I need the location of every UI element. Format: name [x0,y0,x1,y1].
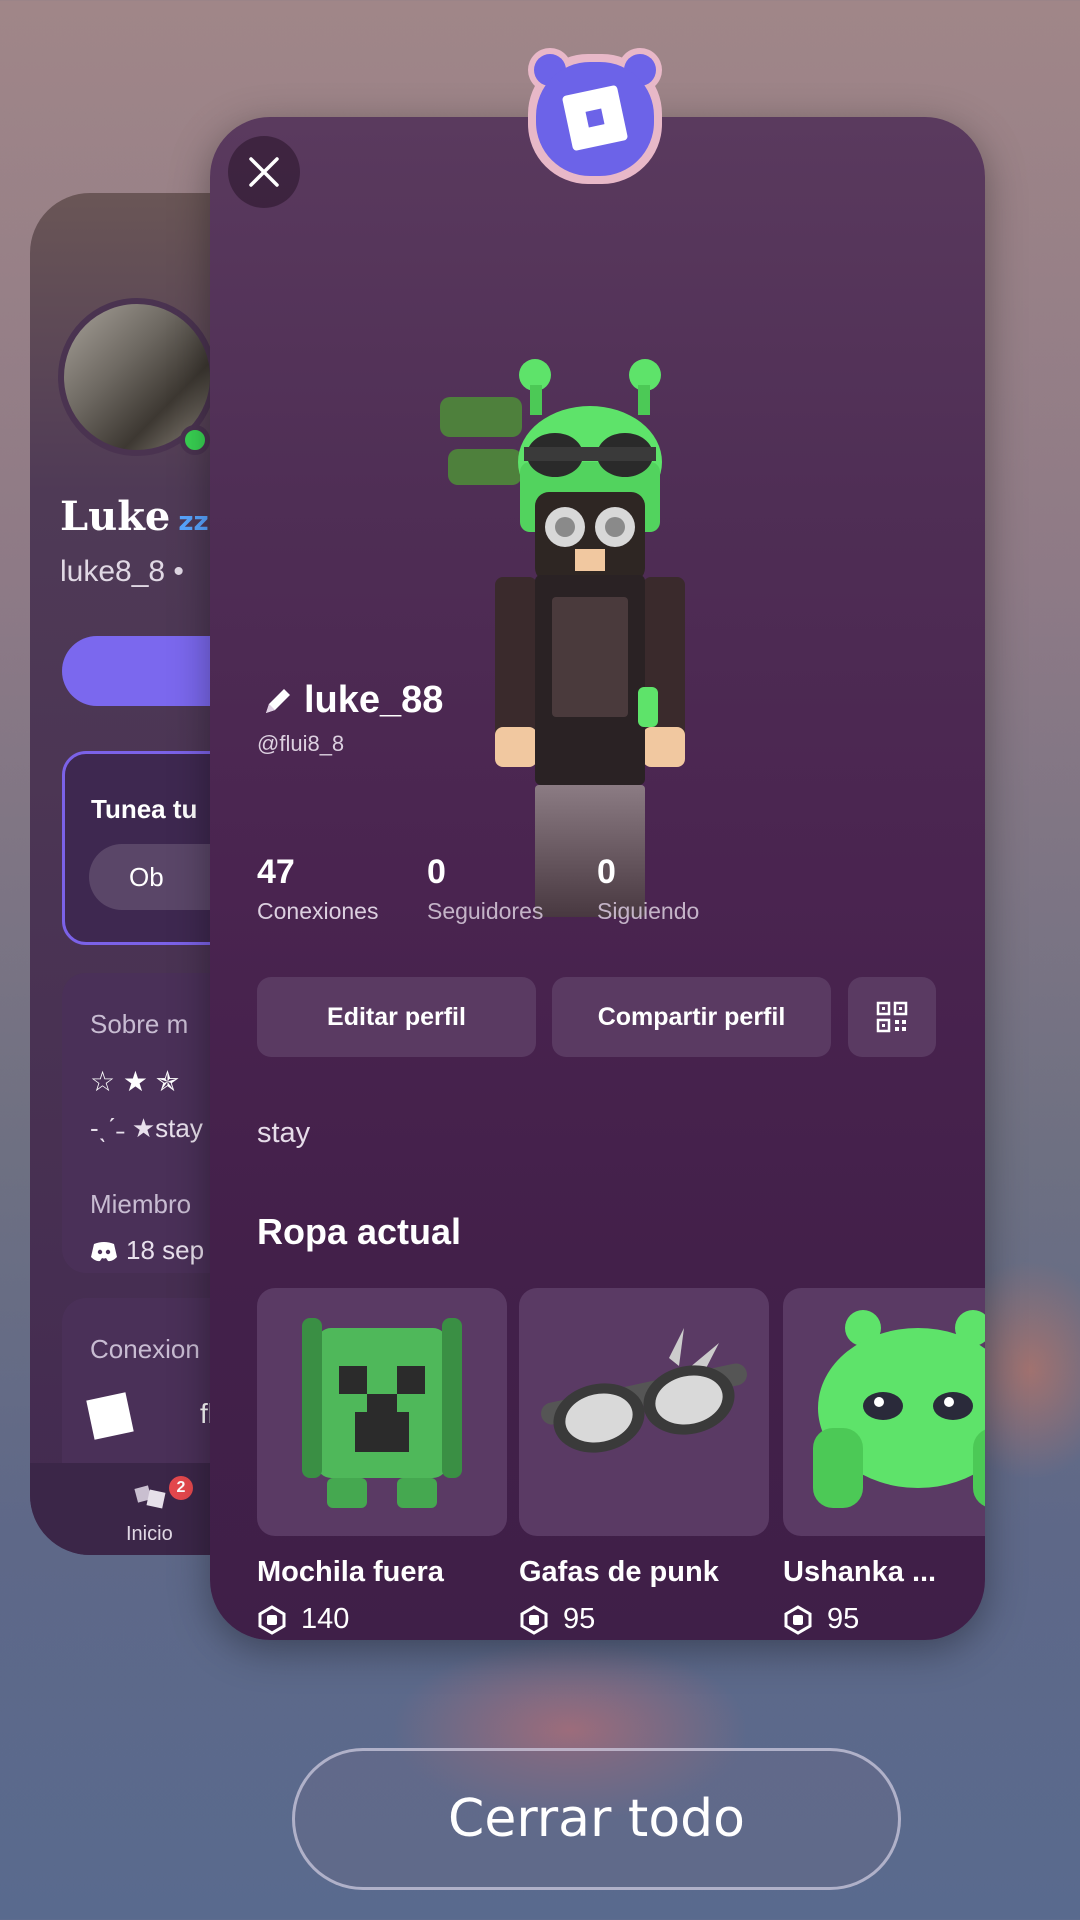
item-price: 95 [827,1603,860,1635]
customize-title: Tunea tu [91,794,198,824]
close-icon [249,157,279,187]
profile-app-card[interactable]: luke_88 @flui8_8 47 Conexiones 0 Seguido… [210,117,985,1640]
outfit-item[interactable]: Ushanka ... 95 [783,1288,985,1636]
share-profile-button[interactable]: Compartir perfil [552,977,831,1057]
home-icon[interactable] [130,1477,170,1513]
profile-display-name: luke_88 [304,679,444,721]
alien-ushanka-icon [813,1310,985,1508]
roblox-app-icon[interactable] [520,40,670,190]
profile-handle: @flui8_8 [257,731,345,756]
qr-code-icon [876,1001,908,1033]
nav-home-label[interactable]: Inicio [126,1523,173,1546]
about-title: Sobre m [90,1009,189,1039]
avatar-3d [440,359,685,917]
discord-icon [91,1242,117,1262]
back-display-name-text: Luke [60,493,171,540]
stat-value: 47 [257,853,295,891]
item-thumbnail [519,1288,769,1536]
item-price-row: 95 [519,1603,769,1636]
profile-bio: stay [257,1117,311,1149]
close-card-button[interactable] [228,136,300,208]
outfit-item[interactable]: Mochila fuera 140 [257,1288,507,1636]
item-thumbnail [257,1288,507,1536]
stat-label: Conexiones [257,898,379,924]
about-status: -ˎˊ˗ ★stay [90,1113,203,1143]
item-name: Mochila fuera [257,1556,444,1588]
edit-profile-button[interactable]: Editar perfil [257,977,536,1057]
punk-goggles-icon [541,1328,747,1453]
robux-icon [520,1604,548,1635]
item-price-row: 140 [257,1603,507,1636]
about-stars: ☆ ★ ✯ [90,1066,180,1097]
qr-code-button[interactable] [848,977,936,1057]
online-indicator [180,425,210,455]
stat-value: 0 [597,853,616,891]
stat-followers[interactable]: 0 Seguidores [427,853,543,925]
back-display-name: Luke zz [60,493,209,540]
back-username: luke8_8 • [60,555,184,588]
stat-following[interactable]: 0 Siguiendo [597,853,699,925]
stat-connections[interactable]: 47 Conexiones [257,853,378,925]
member-date: 18 sep [90,1235,204,1266]
stat-label: Seguidores [427,898,544,924]
item-price: 140 [301,1603,350,1635]
member-label: Miembro [90,1189,192,1219]
item-price-row: 95 [783,1603,985,1636]
item-price: 95 [563,1603,596,1635]
display-name-row[interactable]: luke_88 [260,679,443,722]
customize-button-label: Ob [129,862,164,892]
connections-title: Conexion [90,1334,200,1364]
roblox-logo-icon [86,1392,134,1440]
item-name: Gafas de punk [519,1556,719,1588]
notification-badge: 2 [166,1473,196,1503]
robux-icon [784,1604,812,1635]
stat-value: 0 [427,853,446,891]
stat-label: Siguiendo [597,898,700,924]
outfit-title: Ropa actual [257,1211,462,1252]
item-thumbnail [783,1288,985,1536]
close-all-button[interactable]: Cerrar todo [292,1748,901,1890]
outfit-item[interactable]: Gafas de punk 95 [519,1288,769,1636]
robux-icon [258,1604,286,1635]
member-date-text: 18 sep [126,1235,205,1265]
sleep-icon: zz [178,507,209,537]
pencil-icon[interactable] [260,683,296,719]
item-name: Ushanka ... [783,1556,937,1588]
creeper-backpack-icon [302,1318,462,1508]
